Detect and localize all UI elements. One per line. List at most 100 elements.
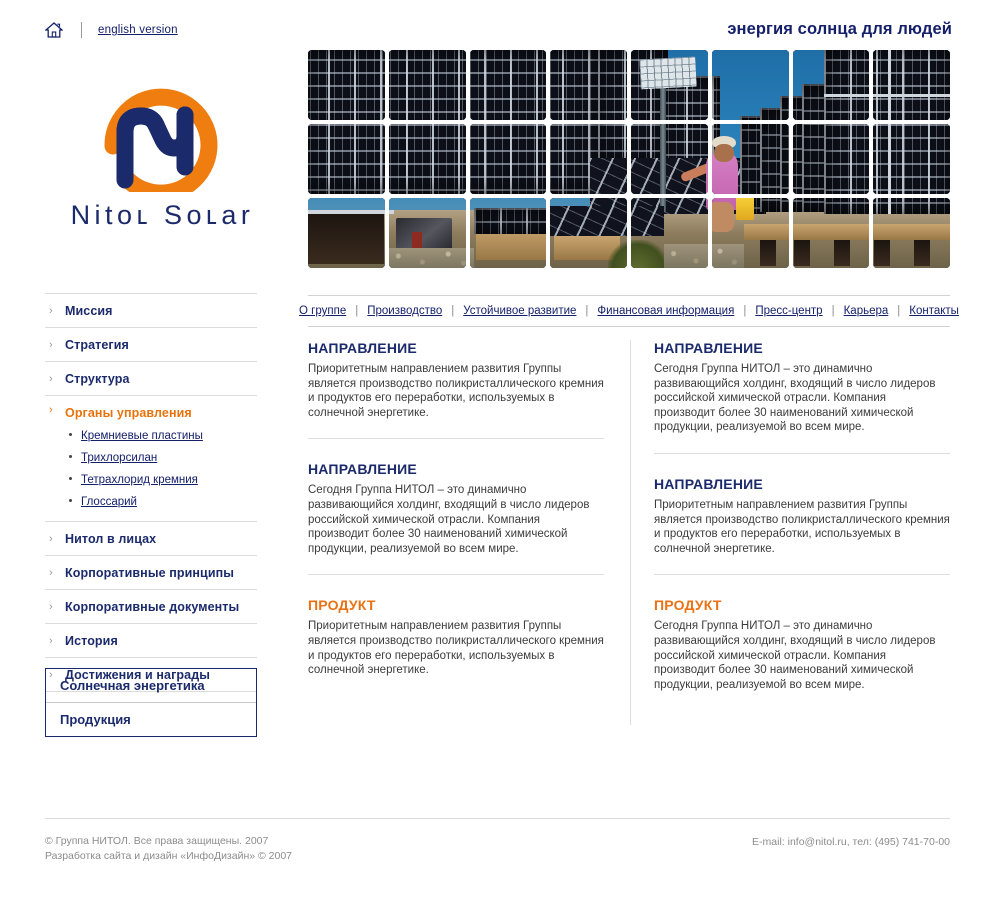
sidebar-item-8[interactable]: › История	[45, 624, 257, 658]
footer-divider	[45, 818, 950, 819]
block-heading: НАПРАВЛЕНИЕ	[654, 475, 763, 492]
banner-tile	[711, 124, 789, 194]
banner-tile-grid	[308, 50, 950, 268]
sidebar-item-label: Структура	[65, 372, 130, 386]
chevron-right-icon: ›	[49, 404, 53, 416]
footer-copyright-line-2: Разработка сайта и дизайн «ИнфоДизайн» ©…	[45, 850, 293, 862]
content-block: НАПРАВЛЕНИЕ Приоритетным направлением ра…	[308, 340, 604, 440]
banner-tile	[631, 198, 708, 268]
sidebar-subitem: Тетрахлорид кремния	[69, 468, 257, 490]
sidebar-subitem-link-4[interactable]: Глоссарий	[81, 496, 137, 508]
block-body: Приоритетным направлением развития Групп…	[308, 620, 604, 677]
sidebar-item-label: Миссия	[65, 304, 113, 318]
nav-item-6[interactable]: Карьера	[844, 305, 889, 317]
sidebar-subitem: Глоссарий	[69, 490, 257, 512]
nav-item-1[interactable]: О группе	[299, 305, 346, 317]
content-column-left: НАПРАВЛЕНИЕ Приоритетным направлением ра…	[308, 340, 604, 696]
banner-tile	[873, 198, 950, 268]
banner-tile	[388, 50, 466, 120]
hero-banner-collage	[308, 50, 950, 268]
banner-tile	[469, 124, 547, 194]
nav-item-3[interactable]: Устойчивое развитие	[463, 305, 576, 317]
promo-item-solar-energy[interactable]: Солнечная энергетика	[46, 669, 256, 703]
sidebar-subitem: Трихлорсилан	[69, 446, 257, 468]
home-icon[interactable]	[44, 22, 64, 38]
sidebar-navigation: › Миссия › Стратегия › Структура › Органы управ…	[45, 293, 257, 692]
sidebar-item-5[interactable]: › Нитол в лицах	[45, 522, 257, 556]
sidebar-item-7[interactable]: › Корпоративные документы	[45, 590, 257, 624]
column-divider	[630, 340, 631, 725]
banner-tile	[792, 198, 870, 268]
sidebar-item-label: Нитол в лицах	[65, 532, 157, 546]
sidebar-item-label: Органы управления	[65, 406, 192, 420]
sidebar-subitem-link-1[interactable]: Кремниевые пластины	[81, 430, 203, 442]
banner-tile	[711, 50, 789, 120]
chevron-right-icon: ›	[49, 566, 53, 579]
sidebar-item-label: Стратегия	[65, 338, 129, 352]
nav-item-2[interactable]: Производство	[367, 305, 442, 317]
promo-item-products[interactable]: Продукция	[46, 703, 256, 736]
sidebar-promo-box: Солнечная энергетика Продукция	[45, 668, 257, 737]
footer-contacts: E-mail: info@nitol.ru, тел: (495) 741-70…	[752, 836, 950, 848]
sidebar-sublist: Кремниевые пластины Трихлорсилан Тетрахлор…	[45, 424, 257, 522]
sidebar-item-3[interactable]: › Структура	[45, 362, 257, 396]
content-area: НАПРАВЛЕНИЕ Приоритетным направлением ра…	[308, 340, 950, 730]
sidebar-item-label: История	[65, 634, 118, 648]
chevron-right-icon: ›	[49, 372, 53, 385]
content-block: ПРОДУКТ Сегодня Группа НИТОЛ – это динам…	[654, 597, 950, 710]
banner-tile	[550, 50, 627, 120]
footer-copyright-line-1: © Группа НИТОЛ. Все права защищены. 2007	[45, 835, 269, 847]
top-utility-bar: english version	[44, 20, 178, 40]
chevron-right-icon: ›	[49, 338, 53, 351]
banner-tile	[388, 198, 466, 268]
sidebar-subitem-link-3[interactable]: Тетрахлорид кремния	[81, 474, 198, 486]
content-block: ПРОДУКТ Приоритетным направлением развит…	[308, 597, 604, 695]
chevron-right-icon: ›	[49, 600, 53, 613]
banner-tile	[873, 50, 950, 120]
nav-separator: |	[451, 305, 455, 317]
nav-separator: |	[831, 305, 835, 317]
sidebar-item-label: Корпоративные документы	[65, 600, 240, 614]
nav-separator: |	[585, 305, 589, 317]
sidebar-item-1[interactable]: › Миссия	[45, 293, 257, 328]
content-block: НАПРАВЛЕНИЕ Сегодня Группа НИТОЛ – это д…	[654, 340, 950, 454]
sidebar-subitem-link-2[interactable]: Трихлорсилан	[81, 452, 157, 464]
banner-tile	[792, 124, 870, 194]
chevron-right-icon: ›	[49, 532, 53, 545]
sidebar-item-6[interactable]: › Корпоративные принципы	[45, 556, 257, 590]
content-block: НАПРАВЛЕНИЕ Сегодня Группа НИТОЛ – это д…	[308, 461, 604, 576]
chevron-right-icon: ›	[49, 304, 53, 317]
nav-separator: |	[897, 305, 901, 317]
content-column-right: НАПРАВЛЕНИЕ Сегодня Группа НИТОЛ – это д…	[654, 340, 950, 710]
banner-tile	[792, 50, 870, 120]
block-heading: НАПРАВЛЕНИЕ	[308, 340, 417, 356]
banner-tile	[308, 198, 385, 268]
banner-tile	[631, 50, 708, 120]
page-root: english version энергия солнца для людей…	[0, 0, 1000, 900]
banner-tile	[308, 124, 385, 194]
english-version-link[interactable]: english version	[98, 24, 178, 36]
block-heading: ПРОДУКТ	[308, 597, 376, 614]
header-tagline: энергия солнца для людей	[727, 20, 952, 38]
sidebar-subitem: Кремниевые пластины	[69, 424, 257, 446]
block-heading: НАПРАВЛЕНИЕ	[654, 340, 763, 356]
nav-item-5[interactable]: Пресс-центр	[755, 305, 822, 317]
block-body: Сегодня Группа НИТОЛ – это динамично раз…	[654, 620, 936, 691]
content-block: НАПРАВЛЕНИЕ Приоритетным направлением ра…	[654, 475, 950, 576]
sidebar-item-label: Корпоративные принципы	[65, 566, 235, 580]
main-navigation: О группе | Производство | Устойчивое развити…	[299, 295, 959, 327]
sidebar-item-4[interactable]: › Органы управления	[45, 396, 257, 424]
banner-tile	[550, 198, 627, 268]
block-heading: НАПРАВЛЕНИЕ	[308, 461, 417, 478]
block-body: Приоритетным направлением развития Групп…	[308, 363, 604, 419]
nav-item-7[interactable]: Контакты	[909, 305, 959, 317]
sidebar-item-2[interactable]: › Стратегия	[45, 328, 257, 362]
block-body: Сегодня Группа НИТОЛ – это динамично раз…	[308, 484, 590, 555]
banner-tile	[631, 124, 708, 194]
logo-wordmark: Nitoʟ Soʟar	[70, 200, 255, 230]
site-logo[interactable]: Nitoʟ Soʟar	[45, 62, 275, 231]
nav-item-4[interactable]: Финансовая информация	[597, 305, 734, 317]
topbar-divider	[81, 22, 82, 38]
footer-copyright: © Группа НИТОЛ. Все права защищены. 2007…	[45, 834, 292, 864]
nav-separator: |	[355, 305, 359, 317]
